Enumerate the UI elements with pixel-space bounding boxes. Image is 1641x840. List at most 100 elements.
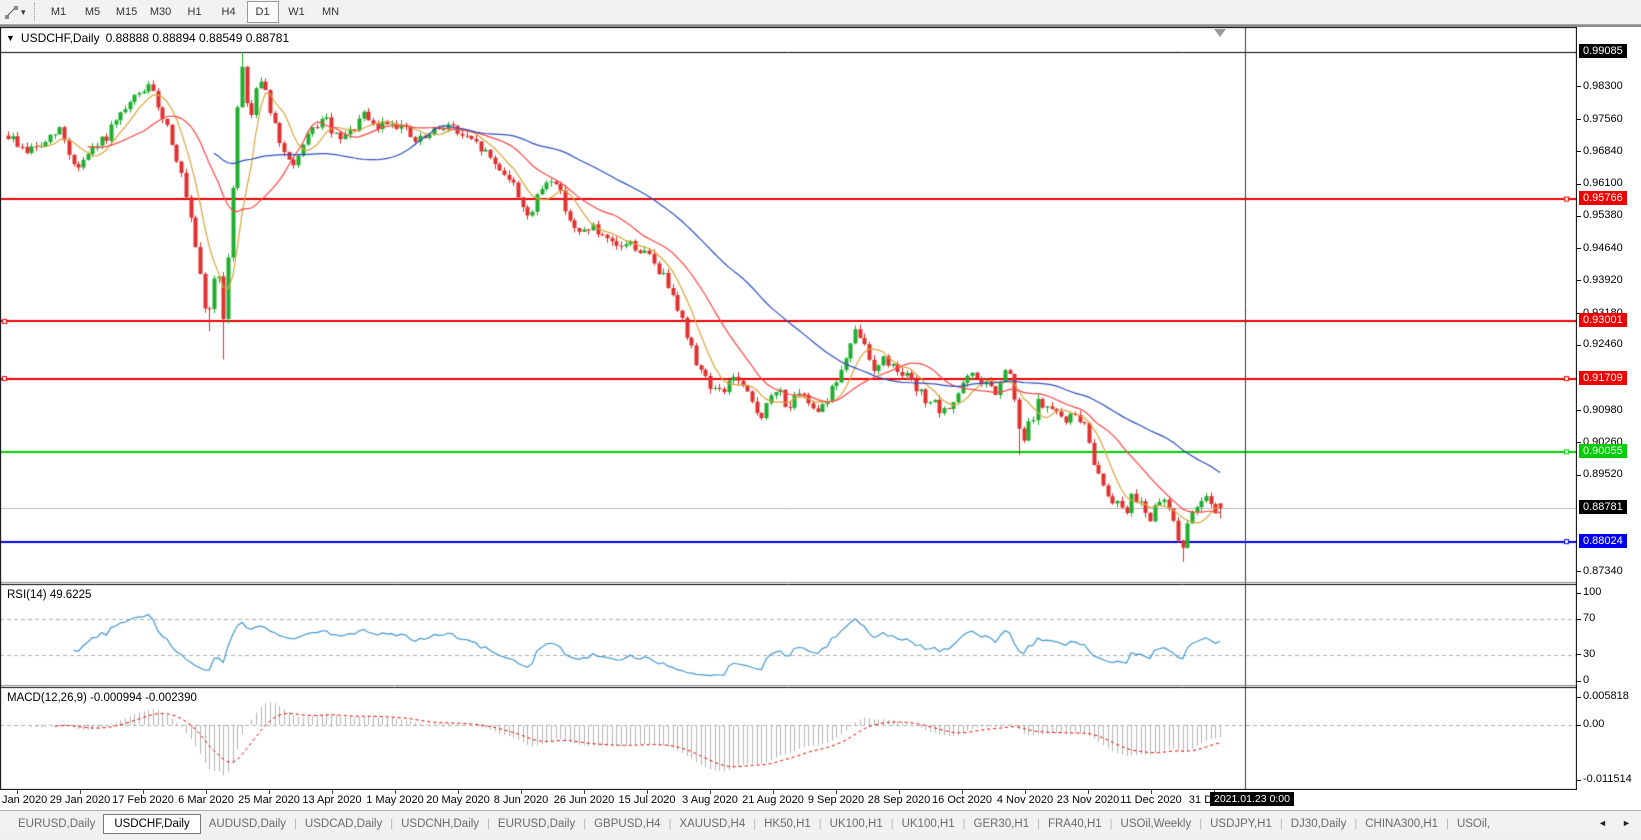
price-axis-label: 0.96100	[1583, 177, 1623, 190]
chart-tab-usdjpy-h1[interactable]: USDJPY,H1	[1202, 815, 1280, 833]
price-axis-tick	[1577, 215, 1581, 217]
collapse-icon[interactable]: ▼	[6, 33, 15, 43]
rsi-axis-label: 100	[1583, 586, 1602, 598]
chart-tab-usoil-[interactable]: USOil,	[1449, 815, 1498, 833]
date-axis-label: 21 Aug 2020	[742, 794, 804, 806]
price-axis-tick	[1577, 474, 1581, 476]
rsi-axis-tick	[1577, 654, 1581, 656]
chart-symbol-label: USDCHF,Daily	[20, 31, 100, 45]
chart-tab-eurusd-daily[interactable]: EURUSD,Daily	[10, 815, 103, 833]
chart-tab-bar: EURUSD,Daily USDCHF,Daily AUDUSD,Daily | USD…	[0, 810, 1641, 838]
toolbar-grip	[33, 3, 36, 21]
rsi-axis-label: 70	[1583, 612, 1596, 625]
price-level-box[interactable]: 0.91709	[1579, 370, 1627, 385]
price-axis-label: 0.96840	[1583, 144, 1623, 157]
date-axis-label: 16 Oct 2020	[932, 794, 992, 806]
top-toolbar: ▾ M1 M5 M15 M30 H1 H4 D1 W1 MN	[0, 0, 1641, 25]
toolbar-dropdown-icon[interactable]: ▾	[21, 7, 26, 18]
chart-tab-eurusd-daily[interactable]: EURUSD,Daily	[490, 815, 583, 833]
price-level-box[interactable]: 0.88024	[1579, 533, 1627, 548]
price-axis-tick	[1577, 571, 1581, 573]
price-level-box[interactable]: 0.90055	[1579, 443, 1627, 458]
price-axis-label: 0.94640	[1583, 241, 1623, 254]
macd-axis-label: 0.00	[1583, 718, 1605, 730]
rsi-axis-label: 30	[1583, 647, 1596, 660]
timeframe-button-m15[interactable]: M15	[111, 1, 143, 23]
timeframe-button-h1[interactable]: H1	[179, 1, 211, 23]
date-axis-label: 13 Apr 2020	[302, 794, 362, 806]
chart-tab-uk100-h1[interactable]: UK100,H1	[894, 815, 963, 833]
price-axis-tick	[1577, 86, 1581, 88]
trendline-tool-icon[interactable]	[4, 5, 19, 20]
chart-ohlc-values: 0.88888 0.88894 0.88549 0.88781	[105, 31, 290, 45]
tab-scroll-right-icon[interactable]: ►	[1622, 818, 1631, 828]
date-axis-label: 26 Jun 2020	[553, 794, 615, 806]
price-axis-label: 0.90980	[1583, 403, 1623, 416]
price-level-box[interactable]: 0.93001	[1579, 313, 1627, 328]
price-axis-tick	[1577, 248, 1581, 250]
price-level-box[interactable]: 0.88781	[1579, 500, 1627, 515]
price-axis-tick	[1577, 151, 1581, 153]
price-axis-tick	[1577, 410, 1581, 412]
chart-shift-marker[interactable]	[1214, 29, 1226, 37]
timeframe-button-w1[interactable]: W1	[281, 1, 313, 23]
macd-axis-label: 0.005818	[1583, 690, 1629, 702]
price-axis-label: 0.93920	[1583, 273, 1623, 286]
macd-axis-tick	[1577, 779, 1581, 781]
timeframe-button-m1[interactable]: M1	[43, 1, 75, 23]
chart-tab-usdcnh-daily[interactable]: USDCNH,Daily	[393, 815, 487, 833]
date-axis-label: 17 Feb 2020	[112, 794, 174, 806]
chart-tab-ger30-h1[interactable]: GER30,H1	[966, 815, 1038, 833]
timeframe-button-m5[interactable]: M5	[77, 1, 109, 23]
date-axis-label: 29 Jan 2020	[49, 794, 111, 806]
price-level-box[interactable]: 0.95766	[1579, 191, 1627, 206]
timeframe-button-mn[interactable]: MN	[315, 1, 347, 23]
price-axis-label: 0.89520	[1583, 468, 1623, 481]
chart-tab-fra40-h1[interactable]: FRA40,H1	[1040, 815, 1110, 833]
price-axis-label: 0.92460	[1583, 338, 1623, 351]
date-axis-label: 23 Nov 2020	[1056, 794, 1120, 806]
date-axis-label: 20 May 2020	[426, 794, 490, 806]
rsi-axis-tick	[1577, 680, 1581, 682]
price-axis-tick	[1577, 119, 1581, 121]
chart-tab-dj30-daily[interactable]: DJ30,Daily	[1283, 815, 1355, 833]
chart-tab-usdcad-daily[interactable]: USDCAD,Daily	[297, 815, 390, 833]
date-axis-label: 25 Mar 2020	[238, 794, 300, 806]
chart-tab-xauusd-h4[interactable]: XAUUSD,H4	[671, 815, 753, 833]
macd-axis-label: -0.011514	[1583, 773, 1632, 785]
tab-scroll-left-icon[interactable]: ◄	[1598, 818, 1607, 828]
chart-tab-usdchf-daily[interactable]: USDCHF,Daily	[103, 814, 201, 834]
timeframe-button-h4[interactable]: H4	[213, 1, 245, 23]
timeframe-button-m30[interactable]: M30	[145, 1, 177, 23]
chart-canvas[interactable]	[0, 27, 1577, 790]
chart-tab-china300-h1[interactable]: CHINA300,H1	[1357, 815, 1446, 833]
chart-tab-hk50-h1[interactable]: HK50,H1	[756, 815, 819, 833]
price-axis-label: 0.87340	[1583, 564, 1623, 577]
rsi-axis-tick	[1577, 618, 1581, 620]
price-axis-label: 0.98300	[1583, 79, 1623, 92]
rsi-axis-tick	[1577, 592, 1581, 594]
date-axis-label: 15 Jul 2020	[618, 794, 676, 806]
timeframe-button-d1[interactable]: D1	[246, 1, 279, 23]
date-axis-label: 11 Dec 2020	[1120, 794, 1182, 806]
chart-tab-audusd-daily[interactable]: AUDUSD,Daily	[201, 815, 294, 833]
date-axis-label: 28 Sep 2020	[867, 794, 931, 806]
rsi-indicator-label: RSI(14) 49.6225	[7, 589, 92, 601]
date-axis-label: 4 Nov 2020	[996, 794, 1054, 806]
price-axis-label: 0.97560	[1583, 112, 1623, 125]
cursor-date-box: 2021.01.23 0:00	[1210, 792, 1294, 806]
chart-tab-usoil-weekly[interactable]: USOil,Weekly	[1113, 815, 1200, 833]
price-level-box[interactable]: 0.99085	[1579, 44, 1627, 59]
timeframe-button-group: M1 M5 M15 M30 H1 H4 D1 W1 MN	[42, 1, 348, 23]
chart-title: ▼ USDCHF,Daily 0.88888 0.88894 0.88549 0…	[6, 31, 289, 45]
chart-tab-uk100-h1[interactable]: UK100,H1	[822, 815, 891, 833]
date-axis-label: 3 Aug 2020	[682, 794, 738, 806]
date-axis-label: 6 Mar 2020	[178, 794, 234, 806]
chart-tab-gbpusd-h4[interactable]: GBPUSD,H4	[586, 815, 668, 833]
price-axis-tick	[1577, 183, 1581, 185]
price-axis-label: 0.95380	[1583, 209, 1623, 222]
rsi-axis-label: 0	[1583, 674, 1590, 686]
date-axis-label: 1 May 2020	[366, 794, 424, 806]
date-axis-label: 10 Jan 2020	[0, 794, 48, 806]
date-axis-label: 8 Jun 2020	[493, 794, 549, 806]
